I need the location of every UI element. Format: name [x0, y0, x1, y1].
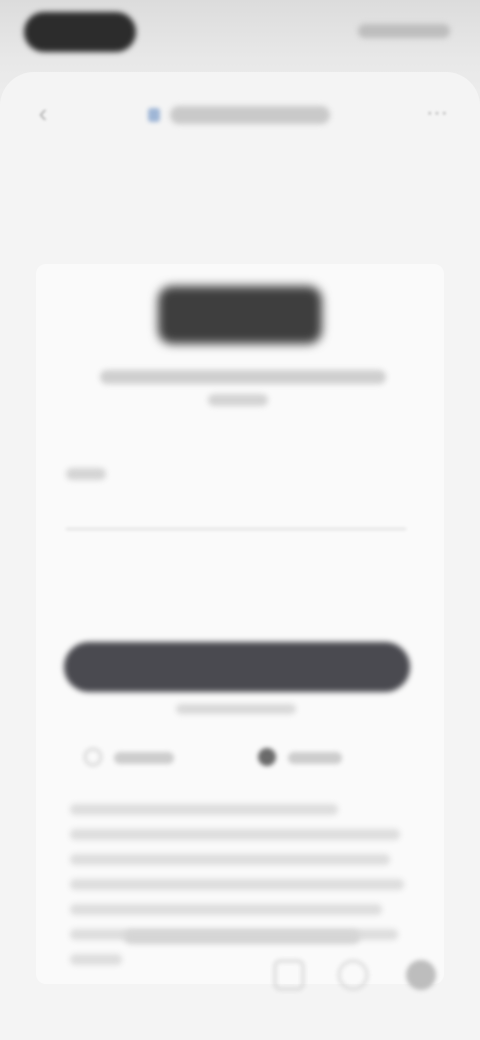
browser-bar: ‹ ⋯	[0, 72, 480, 156]
button-caption	[176, 704, 296, 714]
paragraph-line	[70, 879, 404, 890]
paragraph-line	[70, 829, 400, 840]
sign-in-card	[36, 264, 444, 984]
lock-icon	[148, 108, 160, 122]
profile-icon[interactable]	[406, 960, 436, 990]
status-time-pill	[24, 12, 136, 52]
brand-logo	[158, 286, 322, 344]
subtitle-continuation	[208, 394, 268, 406]
input-label	[66, 468, 106, 480]
radio-icon	[84, 748, 102, 766]
phone-screen: ‹ ⋯	[0, 0, 480, 1040]
share-icon[interactable]	[338, 960, 368, 990]
address-bar[interactable]	[140, 100, 340, 130]
paragraph-line	[70, 804, 338, 815]
avatar-icon	[258, 748, 276, 766]
footer-link[interactable]	[124, 930, 360, 944]
continue-button[interactable]	[64, 642, 410, 692]
back-button[interactable]: ‹	[28, 98, 58, 128]
paragraph-line	[70, 954, 122, 965]
paragraph-line	[70, 854, 390, 865]
paragraph-line	[70, 904, 382, 915]
more-menu-button[interactable]: ⋯	[422, 98, 452, 128]
bottom-toolbar	[260, 954, 460, 996]
option-right-label	[288, 752, 342, 764]
option-left-label	[114, 752, 174, 764]
status-bar	[0, 0, 480, 64]
status-indicators	[358, 24, 450, 38]
browser-sheet: ‹ ⋯	[0, 72, 480, 1040]
url-text	[170, 106, 330, 124]
text-input[interactable]	[66, 488, 406, 530]
option-right[interactable]	[258, 744, 358, 770]
option-left[interactable]	[84, 744, 194, 770]
tabs-icon[interactable]	[274, 960, 304, 990]
disclaimer-paragraph	[70, 804, 410, 979]
subtitle	[100, 370, 386, 384]
